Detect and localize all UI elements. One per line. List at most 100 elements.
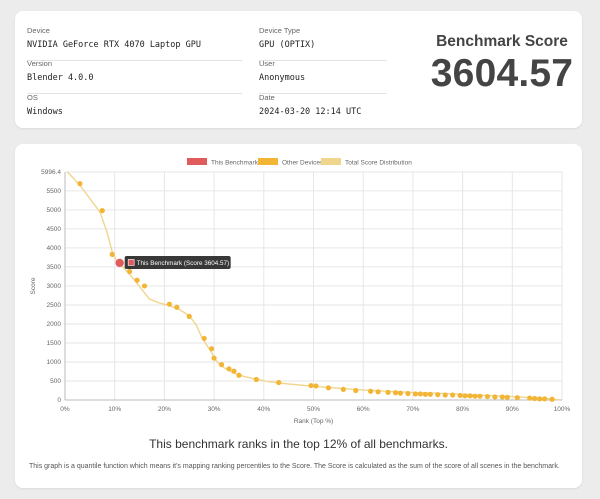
other-device-point (236, 372, 242, 378)
other-device-point (340, 386, 346, 392)
y-tick-label: 4500 (47, 226, 62, 233)
other-device-point (276, 379, 282, 386)
other-device-point (392, 390, 399, 396)
x-tick-label: 90% (506, 406, 519, 413)
other-device-point (499, 394, 505, 400)
device-value: NVIDIA GeForce RTX 4070 Laptop GPU (27, 40, 201, 50)
other-device-point (537, 396, 543, 402)
version-field: Version Blender 4.0.0 (27, 59, 242, 94)
y-axis-label: Score (30, 277, 37, 294)
x-tick-label: 100% (554, 406, 571, 413)
score-distribution-chart: 0 500 1000 1500 2000 2500 3000 3500 4000 4500 5000… (30, 158, 571, 425)
x-tick-label: 30% (208, 406, 221, 413)
other-device-point (353, 387, 359, 394)
device-info-card: Device NVIDIA GeForce RTX 4070 Laptop GP… (15, 11, 582, 128)
other-device-point (201, 335, 207, 342)
device-field: Device NVIDIA GeForce RTX 4070 Laptop GP… (27, 26, 242, 61)
y-tick-label: 3500 (47, 264, 62, 271)
other-device-point (472, 393, 478, 399)
x-tick-label: 20% (158, 406, 171, 413)
user-label: User (259, 59, 275, 68)
x-tick-label: 60% (357, 406, 370, 413)
x-tick-label: 0% (60, 406, 70, 413)
tooltip-swatch (127, 259, 135, 266)
other-device-point (385, 389, 391, 395)
this-benchmark-point (115, 258, 124, 268)
date-label: Date (259, 93, 275, 102)
chart-description: This graph is a quantile function which … (29, 463, 560, 470)
other-device-point (532, 395, 538, 402)
other-device-point (427, 391, 433, 397)
os-value: Windows (27, 107, 63, 117)
legend-swatch (258, 158, 278, 165)
other-device-point (99, 208, 105, 214)
other-device-point (226, 366, 232, 372)
other-device-point (397, 390, 404, 396)
legend-label: This Benchmark (211, 160, 259, 167)
chart-card: 0 500 1000 1500 2000 2500 3000 3500 4000 4500 5000… (15, 144, 582, 488)
other-device-point (174, 304, 180, 310)
other-device-point (504, 394, 510, 400)
device-type-label: Device Type (259, 26, 301, 35)
x-tick-label: 50% (307, 406, 320, 413)
date-value: 2024-03-20 12:14 UTC (259, 107, 362, 117)
other-device-point (308, 382, 314, 389)
other-device-point (231, 368, 237, 374)
other-device-point (141, 283, 148, 289)
other-device-point (549, 396, 555, 402)
benchmark-score-value: 3604.57 (430, 52, 574, 95)
other-device-point (127, 268, 133, 275)
other-device-point (467, 393, 473, 399)
other-device-point (477, 393, 483, 399)
other-device-point (209, 346, 215, 352)
other-device-point (514, 395, 520, 401)
other-device-point (186, 313, 192, 319)
other-device-point (325, 385, 332, 391)
y-tick-label: 2000 (47, 321, 62, 328)
legend-label: Other Devices (282, 160, 324, 167)
other-device-point (368, 388, 374, 394)
x-tick-label: 40% (257, 406, 270, 413)
other-device-point (422, 391, 428, 397)
os-field: OS Windows (27, 93, 63, 117)
other-device-point (211, 355, 217, 361)
other-device-point (77, 181, 83, 187)
other-device-point (253, 376, 259, 383)
other-device-point (134, 277, 140, 283)
other-device-point (218, 362, 225, 368)
other-device-point (527, 395, 533, 401)
benchmark-score-title: Benchmark Score (436, 33, 568, 50)
legend-label: Total Score Distribution (345, 160, 412, 167)
y-tick-label: 5996.4 (41, 169, 61, 176)
y-tick-label: 5500 (47, 188, 62, 195)
device-type-field: Device Type GPU (OPTIX) (259, 26, 387, 61)
y-tick-label: 1000 (47, 359, 62, 366)
legend-swatch (187, 158, 207, 165)
other-device-point (412, 391, 418, 397)
y-tick-label: 5000 (47, 207, 62, 214)
other-device-point (492, 394, 498, 400)
user-value: Anonymous (259, 73, 306, 83)
other-device-point (462, 393, 468, 399)
version-label: Version (27, 59, 53, 68)
y-tick-label: 1500 (47, 340, 62, 347)
other-device-point (457, 392, 463, 399)
other-device-point (417, 391, 423, 397)
tooltip-text: This Benchmark (Score 3604.57) (137, 260, 229, 267)
other-device-point (375, 389, 381, 395)
other-device-point (442, 392, 448, 398)
os-label: OS (27, 93, 38, 102)
x-tick-label: 80% (456, 406, 469, 413)
y-tick-label: 2500 (47, 302, 62, 309)
version-value: Blender 4.0.0 (27, 73, 94, 83)
x-axis-label: Rank (Top %) (294, 418, 333, 425)
x-tick-label: 70% (406, 406, 419, 413)
other-device-point (405, 390, 411, 397)
x-tick-label: 10% (108, 406, 121, 413)
y-tick-label: 0 (57, 397, 61, 404)
user-field: User Anonymous (259, 59, 387, 94)
other-device-point (109, 251, 115, 257)
y-tick-label: 3000 (47, 283, 62, 290)
other-device-point (542, 396, 548, 402)
other-device-point (166, 301, 172, 307)
